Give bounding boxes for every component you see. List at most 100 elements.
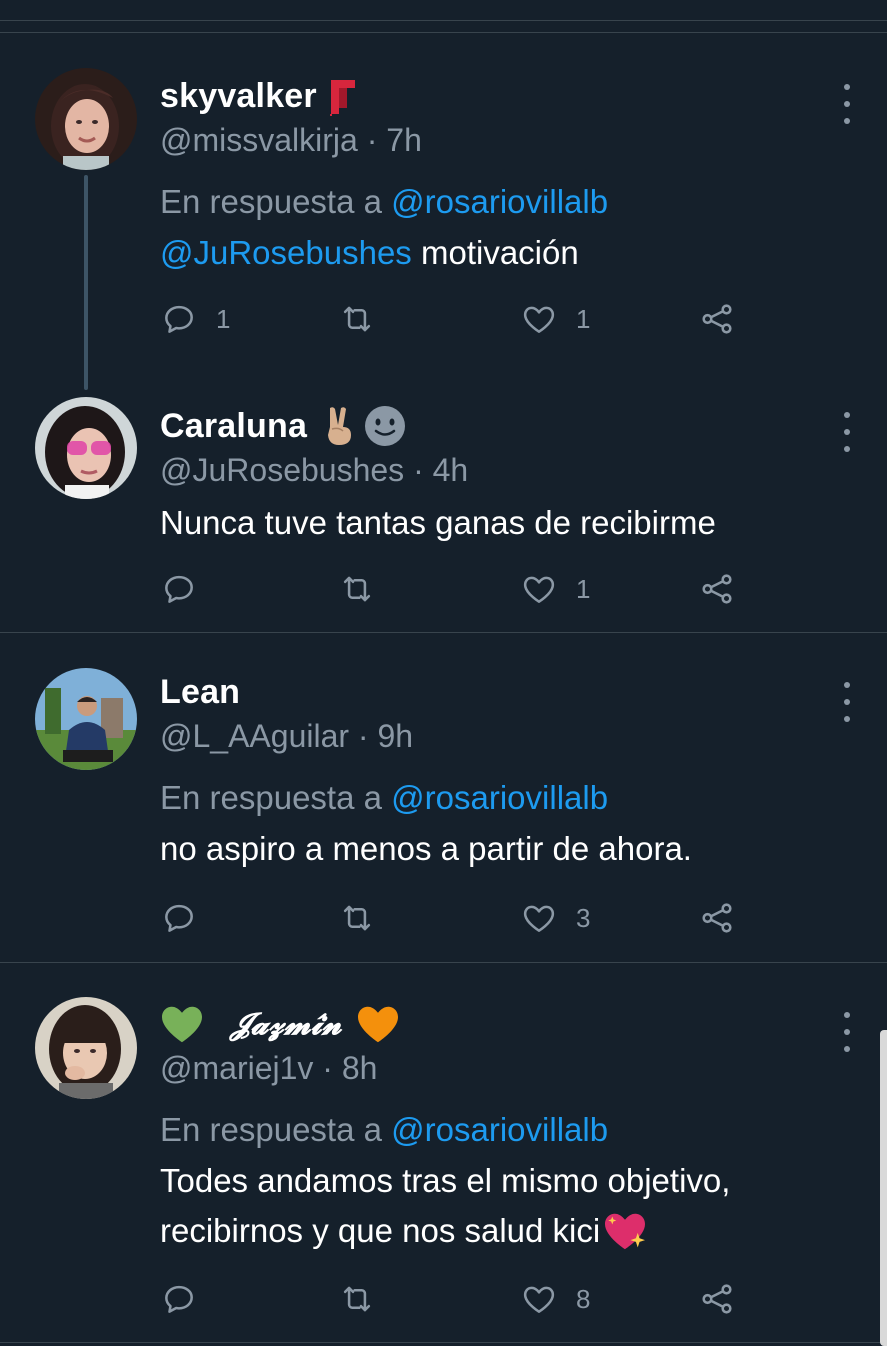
tweet-divider — [0, 1342, 887, 1343]
like-button[interactable]: 1 — [520, 570, 590, 608]
tweet-text: no aspiro a menos a partir de ahora. — [160, 830, 692, 867]
name-row: Lean — [160, 666, 817, 718]
heart-icon — [523, 1286, 555, 1313]
orange-heart-icon — [356, 1004, 400, 1044]
display-name[interactable]: Caraluna — [160, 407, 307, 446]
reply-context: En respuesta a @rosariovillalb — [160, 1104, 817, 1156]
handle[interactable]: @L_AAguilar — [160, 718, 349, 754]
like-count: 1 — [576, 303, 591, 334]
reply-icon — [165, 575, 193, 603]
retweet-icon — [343, 905, 371, 931]
handle-row: @missvalkirja · 7h — [160, 118, 817, 162]
tweet-text-line-2-row: recibirnos y que nos salud kici — [160, 1206, 817, 1256]
retweet-button[interactable] — [338, 899, 376, 937]
avatar[interactable] — [35, 397, 137, 499]
top-divider-2 — [0, 32, 887, 33]
reply-icon — [165, 1285, 193, 1313]
handle-row: @L_AAguilar · 9h — [160, 714, 817, 758]
reply-context: En respuesta a @rosariovillalb — [160, 176, 817, 228]
reply-icon — [165, 904, 193, 932]
timestamp[interactable]: · 4h — [413, 452, 468, 488]
share-button[interactable] — [698, 300, 736, 338]
reply-count: 1 — [216, 303, 231, 334]
reply-context: En respuesta a @rosariovillalb — [160, 772, 817, 824]
like-count: 3 — [576, 902, 591, 933]
action-bar: 8 — [160, 1280, 760, 1320]
tweet-content: skyvalker @missvalkirja · 7h En respuest… — [160, 70, 817, 278]
like-button[interactable]: 8 — [520, 1280, 590, 1318]
handle[interactable]: @missvalkirja — [160, 122, 358, 158]
tweet-text-line-1: Todes andamos tras el mismo objetivo, — [160, 1162, 731, 1199]
tweet-divider — [0, 632, 887, 633]
handle[interactable]: @mariej1v — [160, 1050, 313, 1086]
retweet-icon — [343, 306, 371, 332]
victory-hand-icon — [321, 405, 357, 447]
avatar[interactable] — [35, 68, 137, 170]
display-name[interactable]: skyvalker — [160, 77, 317, 116]
tweet-content: Lean @L_AAguilar · 9h En respuesta a @ro… — [160, 666, 817, 874]
like-button[interactable]: 1 — [520, 300, 590, 338]
like-count: 8 — [576, 1283, 591, 1314]
like-button[interactable]: 3 — [520, 899, 590, 937]
body-text: motivación — [411, 234, 579, 271]
smile-icon — [363, 404, 407, 448]
top-divider — [0, 20, 887, 21]
handle-row: @mariej1v · 8h — [160, 1046, 817, 1090]
display-name[interactable]: Lean — [160, 673, 240, 712]
more-options-icon[interactable] — [837, 1012, 857, 1052]
share-icon — [702, 304, 732, 334]
retweet-button[interactable] — [338, 300, 376, 338]
heart-icon — [523, 905, 555, 932]
retweet-button[interactable] — [338, 1280, 376, 1318]
reply-icon — [165, 305, 193, 333]
more-options-icon[interactable] — [837, 84, 857, 124]
body-mention[interactable]: @JuRosebushes — [160, 234, 412, 271]
reply-prefix: En respuesta a — [160, 183, 382, 220]
tweet-text: Todes andamos tras el mismo objetivo, re… — [160, 1156, 817, 1256]
heart-icon — [523, 306, 555, 333]
action-bar: 1 — [160, 570, 760, 610]
tweet-content: 𝓙𝓪𝔃𝓶𝓲́𝓷 @mariej1v · 8h En respuesta a @r… — [160, 998, 817, 1256]
share-button[interactable] — [698, 1280, 736, 1318]
thread-line — [84, 175, 88, 390]
reply-button[interactable] — [160, 899, 198, 937]
handle-row: @JuRosebushes · 4h — [160, 448, 817, 492]
tweet-text: @JuRosebushes motivación — [160, 228, 817, 278]
more-options-icon[interactable] — [837, 682, 857, 722]
reply-mention[interactable]: @rosariovillalb — [391, 183, 608, 220]
display-name[interactable]: 𝓙𝓪𝔃𝓶𝓲́𝓷 — [230, 1007, 342, 1042]
name-row: 𝓙𝓪𝔃𝓶𝓲́𝓷 — [160, 998, 817, 1050]
avatar[interactable] — [35, 668, 137, 770]
action-bar: 3 — [160, 899, 760, 939]
tweet-content: Caraluna @JuRosebushes · 4h Nunca tuve t… — [160, 400, 817, 548]
reply-prefix: En respuesta a — [160, 779, 382, 816]
scrollbar[interactable] — [880, 1030, 887, 1346]
name-row: skyvalker — [160, 70, 817, 122]
avatar[interactable] — [35, 997, 137, 1099]
share-button[interactable] — [698, 570, 736, 608]
tweet-divider — [0, 962, 887, 963]
tweet-text-line-2: recibirnos y que nos salud kici — [160, 1212, 601, 1249]
like-count: 1 — [576, 573, 591, 604]
timestamp[interactable]: · 9h — [358, 718, 413, 754]
green-heart-icon — [160, 1004, 204, 1044]
reply-mention[interactable]: @rosariovillalb — [391, 1111, 608, 1148]
sparkling-heart-icon — [602, 1211, 648, 1251]
scarf-emoji — [327, 76, 359, 116]
timestamp[interactable]: · 8h — [322, 1050, 377, 1086]
reply-button[interactable] — [160, 570, 198, 608]
retweet-button[interactable] — [338, 570, 376, 608]
retweet-icon — [343, 1286, 371, 1312]
reply-mention[interactable]: @rosariovillalb — [391, 779, 608, 816]
heart-icon — [523, 576, 555, 603]
more-options-icon[interactable] — [837, 412, 857, 452]
share-icon — [702, 574, 732, 604]
timestamp[interactable]: · 7h — [367, 122, 422, 158]
reply-button[interactable] — [160, 1280, 198, 1318]
action-bar: 1 1 — [160, 300, 760, 340]
reply-button[interactable]: 1 — [160, 300, 230, 338]
name-row: Caraluna — [160, 400, 817, 452]
share-button[interactable] — [698, 899, 736, 937]
share-icon — [702, 903, 732, 933]
handle[interactable]: @JuRosebushes — [160, 452, 404, 488]
